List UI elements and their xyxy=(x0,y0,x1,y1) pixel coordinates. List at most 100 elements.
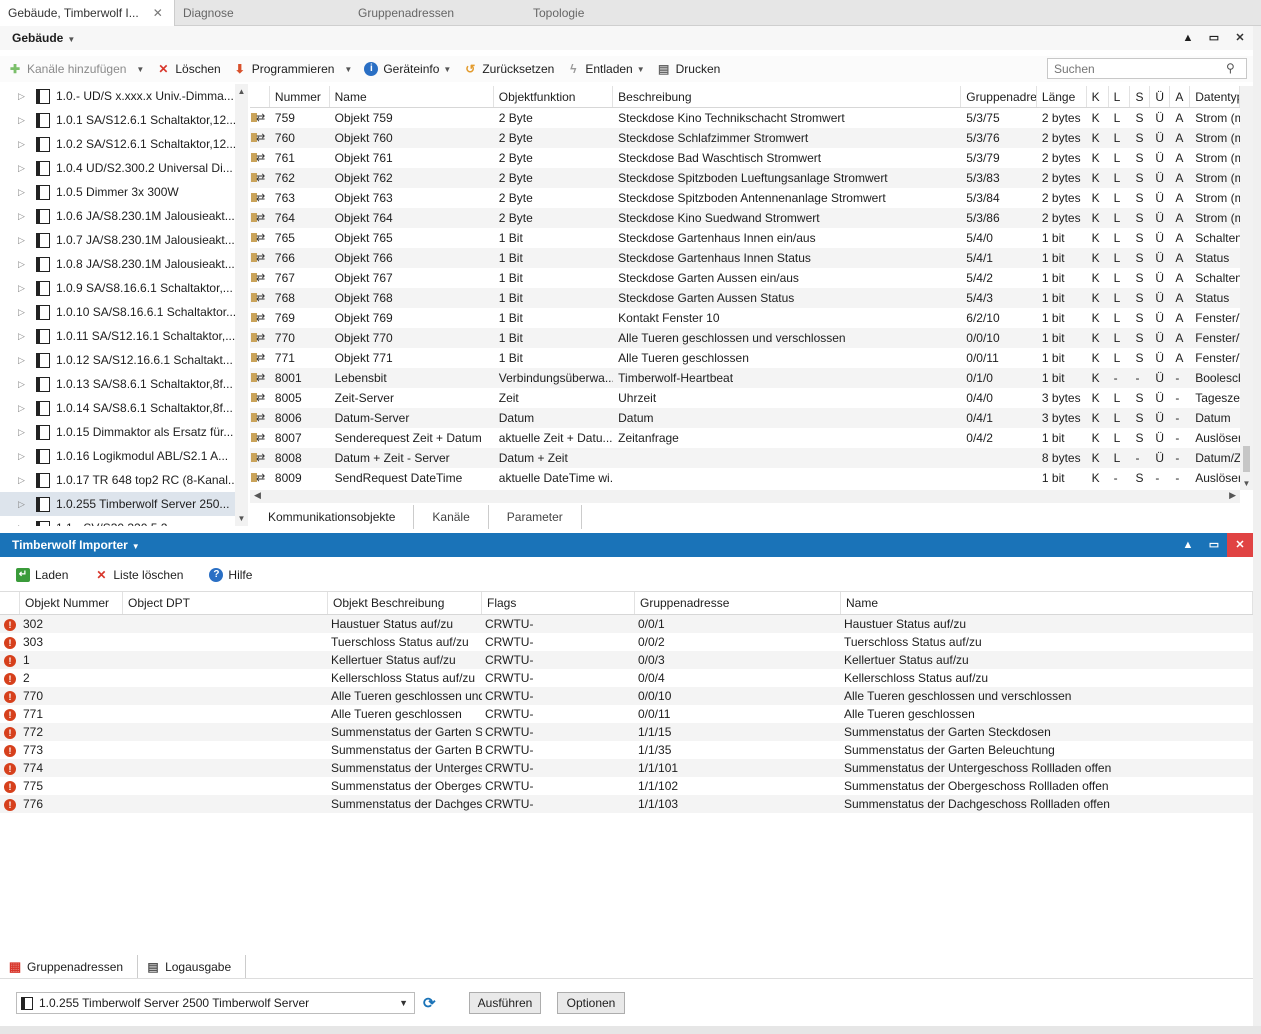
expand-arrow-icon[interactable]: ▷ xyxy=(18,348,36,372)
collapse-icon[interactable]: ▲ xyxy=(1175,26,1201,50)
table-row[interactable]: ! 773 Summenstatus der Garten Be CRWTU- 1/1/… xyxy=(0,741,1253,759)
tree-item[interactable]: ▷ 1.0.1 SA/S12.6.1 Schaltaktor,12... xyxy=(0,108,247,132)
column-header[interactable]: Objekt Beschreibung xyxy=(328,592,482,614)
table-row[interactable]: 761 Objekt 761 2 Byte Steckdose Bad Waschti… xyxy=(250,148,1240,168)
expand-arrow-icon[interactable]: ▷ xyxy=(18,492,36,516)
tab-kanaele[interactable]: Kanäle xyxy=(414,505,489,529)
tab-kommunikationsobjekte[interactable]: Kommunikationsobjekte xyxy=(250,505,415,529)
tree-item[interactable]: ▷ 1.0.6 JA/S8.230.1M Jalousieakt... xyxy=(0,204,247,228)
chevron-down-icon[interactable]: ▼ xyxy=(344,65,352,74)
expand-arrow-icon[interactable]: ▷ xyxy=(18,444,36,468)
help-button[interactable]: ? Hilfe xyxy=(209,568,252,582)
column-header[interactable]: Name xyxy=(330,86,494,107)
column-header[interactable]: Gruppenadresse xyxy=(961,86,1037,107)
column-header[interactable]: K xyxy=(1087,86,1109,107)
grid-horizontal-scrollbar[interactable]: ◀ ▶ xyxy=(250,490,1240,503)
tree-item[interactable]: ▷ 1.0.17 TR 648 top2 RC (8-Kanal... xyxy=(0,468,247,492)
expand-arrow-icon[interactable]: ▷ xyxy=(18,324,36,348)
expand-arrow-icon[interactable]: ▷ xyxy=(18,252,36,276)
column-header[interactable]: Flags xyxy=(482,592,635,614)
clear-list-button[interactable]: ✕ Liste löschen xyxy=(94,568,183,582)
tree-item[interactable]: ▷ 1.0.8 JA/S8.230.1M Jalousieakt... xyxy=(0,252,247,276)
table-row[interactable]: ! 772 Summenstatus der Garten St CRWTU- 1/1/… xyxy=(0,723,1253,741)
table-row[interactable]: ! 1 Kellertuer Status auf/zu CRWTU- 0/0/3 Kel… xyxy=(0,651,1253,669)
tab-logausgabe[interactable]: ▤ Logausgabe xyxy=(138,955,247,978)
chevron-down-icon[interactable]: ▼ xyxy=(637,65,645,74)
expand-arrow-icon[interactable]: ▷ xyxy=(18,180,36,204)
print-button[interactable]: ▤ Drucken xyxy=(657,62,720,76)
tree-item[interactable]: ▷ 1.0.12 SA/S12.16.6.1 Schaltakt... xyxy=(0,348,247,372)
column-header[interactable]: Object DPT xyxy=(123,592,328,614)
table-row[interactable]: 768 Objekt 768 1 Bit Steckdose Garten Ausse… xyxy=(250,288,1240,308)
program-button[interactable]: ⬇ Programmieren ▼ xyxy=(233,62,353,76)
tree-item[interactable]: ▷ 1.0.4 UD/S2.300.2 Universal Di... xyxy=(0,156,247,180)
column-header[interactable]: Objektfunktion xyxy=(494,86,614,107)
table-row[interactable]: 769 Objekt 769 1 Bit Kontakt Fenster 10 6/2/… xyxy=(250,308,1240,328)
table-row[interactable]: ! 770 Alle Tueren geschlossen und CRWTU- 0/0… xyxy=(0,687,1253,705)
add-channels-button[interactable]: ✚ Kanäle hinzufügen ▼ xyxy=(8,62,144,76)
table-row[interactable]: 765 Objekt 765 1 Bit Steckdose Gartenhaus I… xyxy=(250,228,1240,248)
column-header[interactable]: S xyxy=(1130,86,1151,107)
expand-arrow-icon[interactable]: ▷ xyxy=(18,372,36,396)
table-row[interactable]: 8009 SendRequest DateTime aktuelle DateTim… xyxy=(250,468,1240,488)
chevron-down-icon[interactable]: ▼ xyxy=(399,998,408,1008)
tab-topologie[interactable]: Topologie xyxy=(525,0,592,26)
close-icon[interactable]: ✕ xyxy=(153,6,163,20)
expand-arrow-icon[interactable]: ▷ xyxy=(18,468,36,492)
table-row[interactable]: 8001 Lebensbit Verbindungsüberwa... Timberw… xyxy=(250,368,1240,388)
expand-arrow-icon[interactable]: ▷ xyxy=(18,108,36,132)
expand-arrow-icon[interactable]: ▷ xyxy=(18,228,36,252)
tree-item[interactable]: ▷ 1.0.14 SA/S8.6.1 Schaltaktor,8f... xyxy=(0,396,247,420)
chevron-down-icon[interactable]: ▼ xyxy=(443,65,451,74)
tree-item[interactable]: ▷ 1.0.255 Timberwolf Server 250... xyxy=(0,492,247,516)
table-row[interactable]: ! 774 Summenstatus der Untergesc CRWTU- 1/1/… xyxy=(0,759,1253,777)
table-row[interactable]: 8007 Senderequest Zeit + Datum aktuelle Ze… xyxy=(250,428,1240,448)
tree-item[interactable]: ▷ 1.0.7 JA/S8.230.1M Jalousieakt... xyxy=(0,228,247,252)
table-row[interactable]: 8005 Zeit-Server Zeit Uhrzeit 0/4/0 3 bytes KL… xyxy=(250,388,1240,408)
column-header[interactable]: Gruppenadresse xyxy=(635,592,841,614)
tree-item[interactable]: ▷ 1.1.- SV/S30.320.5.2 xyxy=(0,516,247,526)
delete-button[interactable]: ✕ Löschen xyxy=(156,62,220,76)
refresh-icon[interactable]: ⟳ xyxy=(423,994,441,1012)
importer-panel-header[interactable]: Timberwolf Importer ▼ ▲ ▭ ✕ xyxy=(0,533,1253,557)
run-button[interactable]: Ausführen xyxy=(469,992,541,1014)
options-button[interactable]: Optionen xyxy=(557,992,625,1014)
maximize-icon[interactable]: ▭ xyxy=(1201,26,1227,50)
device-select[interactable]: 1.0.255 Timberwolf Server 2500 Timberwol… xyxy=(16,992,415,1014)
table-row[interactable]: 8006 Datum-Server Datum Datum 0/4/1 3 bytes KL… xyxy=(250,408,1240,428)
reset-button[interactable]: ↺ Zurücksetzen xyxy=(463,62,554,76)
load-button[interactable]: ↵ Laden xyxy=(16,568,68,582)
unload-button[interactable]: ϟ Entladen ▼ xyxy=(566,62,644,76)
expand-arrow-icon[interactable]: ▷ xyxy=(18,84,36,108)
search-icon[interactable]: ⚲ xyxy=(1226,61,1242,77)
expand-arrow-icon[interactable]: ▷ xyxy=(18,420,36,444)
device-info-button[interactable]: i Geräteinfo ▼ xyxy=(364,62,451,76)
column-header[interactable]: Länge xyxy=(1037,86,1087,107)
tree-item[interactable]: ▷ 1.0.13 SA/S8.6.1 Schaltaktor,8f... xyxy=(0,372,247,396)
expand-arrow-icon[interactable]: ▷ xyxy=(18,516,36,526)
tab-gebaeude[interactable]: Gebäude, Timberwolf I... ✕ xyxy=(0,0,175,26)
tree-item[interactable]: ▷ 1.0.- UD/S x.xxx.x Univ.-Dimma... xyxy=(0,84,247,108)
tab-gruppenadressen[interactable]: Gruppenadressen xyxy=(350,0,462,26)
table-row[interactable]: 764 Objekt 764 2 Byte Steckdose Kino Suedwa… xyxy=(250,208,1240,228)
expand-arrow-icon[interactable]: ▷ xyxy=(18,276,36,300)
table-row[interactable]: 767 Objekt 767 1 Bit Steckdose Garten Ausse… xyxy=(250,268,1240,288)
tree-item[interactable]: ▷ 1.0.16 Logikmodul ABL/S2.1 A... xyxy=(0,444,247,468)
chevron-down-icon[interactable]: ▼ xyxy=(132,542,140,551)
tab-parameter[interactable]: Parameter xyxy=(489,505,582,529)
tab-gruppenadressen-importer[interactable]: ▦ Gruppenadressen xyxy=(0,955,139,978)
close-icon[interactable]: ✕ xyxy=(1227,533,1253,557)
column-header[interactable]: Ü xyxy=(1150,86,1171,107)
table-row[interactable]: ! 776 Summenstatus der Dachgesch CRWTU- 1/1/… xyxy=(0,795,1253,813)
table-row[interactable]: 8008 Datum + Zeit - Server Datum + Zeit 8 b… xyxy=(250,448,1240,468)
search-input[interactable] xyxy=(1047,58,1247,79)
table-row[interactable]: 762 Objekt 762 2 Byte Steckdose Spitzboden … xyxy=(250,168,1240,188)
tree-item[interactable]: ▷ 1.0.15 Dimmaktor als Ersatz für... xyxy=(0,420,247,444)
column-header[interactable]: L xyxy=(1109,86,1131,107)
expand-arrow-icon[interactable]: ▷ xyxy=(18,156,36,180)
expand-arrow-icon[interactable]: ▷ xyxy=(18,396,36,420)
table-row[interactable]: 771 Objekt 771 1 Bit Alle Tueren geschlosse… xyxy=(250,348,1240,368)
expand-arrow-icon[interactable]: ▷ xyxy=(18,300,36,324)
table-row[interactable]: 766 Objekt 766 1 Bit Steckdose Gartenhaus I… xyxy=(250,248,1240,268)
tree-item[interactable]: ▷ 1.0.9 SA/S8.16.6.1 Schaltaktor,... xyxy=(0,276,247,300)
